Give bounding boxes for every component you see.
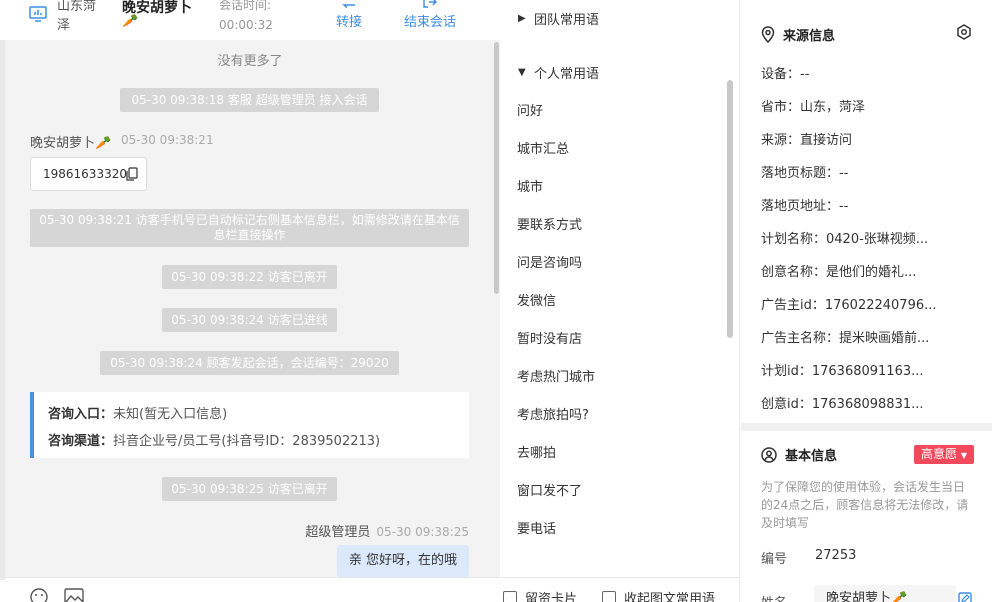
- phrase-group-team[interactable]: ▶ 团队常用语: [518, 9, 599, 28]
- phrase-item[interactable]: 城市汇总: [517, 138, 569, 157]
- phrase-item[interactable]: 考虑旅拍吗?: [517, 404, 589, 423]
- phrase-item[interactable]: 问是咨询吗: [517, 252, 582, 271]
- phrase-item[interactable]: 城市: [517, 176, 543, 195]
- system-message: 05-30 09:38:25 访客已离开: [162, 477, 337, 501]
- system-message: 05-30 09:38:22 访客已离开: [162, 265, 337, 289]
- agent-name: 超级管理员: [305, 525, 371, 540]
- collapse-phrases-label: 收起图文常用语: [624, 592, 716, 602]
- phrase-item[interactable]: 暂时没有店: [517, 328, 582, 347]
- source-info-device: 设备：--: [761, 67, 810, 82]
- location-pin-icon: [761, 26, 775, 43]
- caret-down-icon: ▼: [960, 451, 967, 460]
- copy-icon[interactable]: [126, 167, 138, 181]
- image-icon[interactable]: [64, 587, 84, 602]
- consult-channel-value: 抖音企业号/员工号(抖音号ID：2839502213): [113, 434, 381, 449]
- edit-icon[interactable]: [958, 592, 972, 602]
- source-info-advertiser-id: 广告主id：176022240796...: [761, 298, 937, 313]
- message-sender: 晚安胡萝卜🥕: [30, 136, 112, 151]
- system-message: 05-30 09:38:24 顾客发起会话，会话编号：29020: [100, 351, 399, 375]
- phrase-scrollbar-thumb[interactable]: [727, 80, 733, 338]
- consult-entry-label: 咨询入口：: [48, 407, 114, 422]
- system-message: 05-30 09:38:18 客服 超级管理员 接入会话: [120, 88, 379, 112]
- source-info-source: 来源：直接访问: [761, 133, 853, 148]
- no-more-text: 没有更多了: [217, 54, 283, 69]
- emoji-icon[interactable]: [29, 587, 49, 602]
- phone-number: 19861633320: [43, 167, 127, 181]
- exit-icon: [404, 0, 456, 14]
- collapse-icon: [602, 590, 616, 602]
- source-info-landing-url: 落地页地址：--: [761, 199, 849, 214]
- source-info-city: 省市：山东，菏泽: [761, 100, 866, 115]
- phrase-panel: ▶ 团队常用语 ▼ 个人常用语 问好 城市汇总 城市 要联系方式 问是咨询吗 发…: [501, 0, 740, 602]
- user-circle-icon: [761, 446, 777, 463]
- chat-header: 山东菏泽 晚安胡萝卜 🥕 会话时间: 00:00:32 转接 结束会话: [5, 0, 500, 40]
- consult-channel-row: 咨询渠道：抖音企业号/员工号(抖音号ID：2839502213): [48, 428, 455, 455]
- intent-level-value: 高意愿: [921, 447, 958, 461]
- phrase-item[interactable]: 要联系方式: [517, 214, 582, 233]
- transfer-label: 转接: [336, 15, 363, 30]
- phone-message-bubble: 19861633320: [30, 157, 147, 191]
- phrase-item[interactable]: 要电话: [517, 518, 556, 537]
- chat-toolbar: [5, 577, 500, 602]
- phrase-group-personal[interactable]: ▼ 个人常用语: [518, 63, 599, 82]
- edit-deadline-note: 为了保障您的使用体验，会话发生当日的24点之后，顾客信息将无法修改，请及时填写: [761, 480, 969, 530]
- lead-card-button[interactable]: 留资卡片: [503, 588, 577, 602]
- phrase-item[interactable]: 考虑热门城市: [517, 366, 595, 385]
- phrase-group-label: 团队常用语: [534, 13, 600, 28]
- collapse-phrases-button[interactable]: 收起图文常用语: [602, 588, 715, 602]
- visitor-region: 山东菏泽: [57, 0, 97, 33]
- consult-entry-value: 未知(暂无入口信息): [113, 407, 228, 422]
- source-info-title: 来源信息: [761, 25, 835, 44]
- consult-channel-label: 咨询渠道：: [48, 434, 114, 449]
- id-value: 27253: [815, 548, 857, 563]
- consult-info-card: 咨询入口：未知(暂无入口信息) 咨询渠道：抖音企业号/员工号(抖音号ID：283…: [30, 392, 469, 458]
- agent-message-bubble: 亲 您好呀，在的哦: [337, 545, 469, 577]
- consult-entry-row: 咨询入口：未知(暂无入口信息): [48, 401, 455, 428]
- source-info-landing-title: 落地页标题：--: [761, 166, 849, 181]
- visitor-info-panel: 来源信息 设备：-- 省市：山东，菏泽 来源：直接访问 落地页标题：-- 落地页…: [741, 0, 992, 602]
- message-time: 05-30 09:38:21: [121, 133, 214, 147]
- phrase-item[interactable]: 问好: [517, 100, 543, 119]
- chat-panel: 山东菏泽 晚安胡萝卜 🥕 会话时间: 00:00:32 转接 结束会话 没有更多…: [0, 0, 500, 602]
- transfer-button[interactable]: 转接: [336, 0, 362, 32]
- source-info-creative-id: 创意id：176368098831...: [761, 397, 924, 412]
- basic-info-label: 基本信息: [785, 449, 838, 464]
- source-info-label: 来源信息: [783, 29, 836, 44]
- settings-icon[interactable]: [956, 24, 972, 40]
- source-info-plan-id: 计划id：176368091163...: [761, 364, 924, 379]
- phrase-group-label: 个人常用语: [534, 67, 600, 82]
- name-label: 姓名: [761, 592, 787, 602]
- source-info-advertiser-name: 广告主名称：提米映画婚前...: [761, 331, 930, 346]
- caret-down-icon: ▼: [518, 67, 526, 78]
- agent-message-time: 05-30 09:38:25: [376, 525, 469, 539]
- monitor-icon: [29, 6, 47, 22]
- name-field[interactable]: 晚安胡萝卜🥕: [814, 585, 956, 602]
- end-session-button[interactable]: 结束会话: [404, 0, 456, 32]
- source-info-plan-name: 计划名称：0420-张琳视频...: [761, 232, 929, 247]
- timer-label: 会话时间:: [219, 0, 272, 12]
- id-label: 编号: [761, 552, 788, 567]
- system-message: 05-30 09:38:24 访客已进线: [162, 308, 337, 332]
- message-list[interactable]: 没有更多了 05-30 09:38:18 客服 超级管理员 接入会话 晚安胡萝卜…: [5, 40, 500, 577]
- intent-level-dropdown[interactable]: 高意愿 ▼: [914, 445, 974, 464]
- caret-right-icon: ▶: [518, 13, 526, 24]
- basic-info-title: 基本信息: [761, 445, 837, 464]
- phrase-footer: 留资卡片 收起图文常用语: [501, 577, 740, 602]
- section-divider: [741, 423, 992, 431]
- phrase-item[interactable]: 窗口发不了: [517, 480, 582, 499]
- phrase-item[interactable]: 去哪拍: [517, 442, 556, 461]
- carrot-emoji: 🥕: [122, 14, 139, 29]
- timer-value: 00:00:32: [219, 18, 273, 32]
- card-icon: [503, 590, 517, 602]
- system-message: 05-30 09:38:21 访客手机号已自动标记右侧基本信息栏，如需修改请在基…: [30, 209, 469, 247]
- phrase-item[interactable]: 发微信: [517, 290, 556, 309]
- chat-scrollbar-thumb[interactable]: [494, 42, 499, 294]
- agent-message-header: 超级管理员 05-30 09:38:25: [305, 521, 469, 540]
- end-session-label: 结束会话: [404, 15, 457, 30]
- lead-card-label: 留资卡片: [525, 592, 578, 602]
- source-info-creative-name: 创意名称：是他们的婚礼...: [761, 265, 917, 280]
- transfer-icon: [336, 0, 362, 14]
